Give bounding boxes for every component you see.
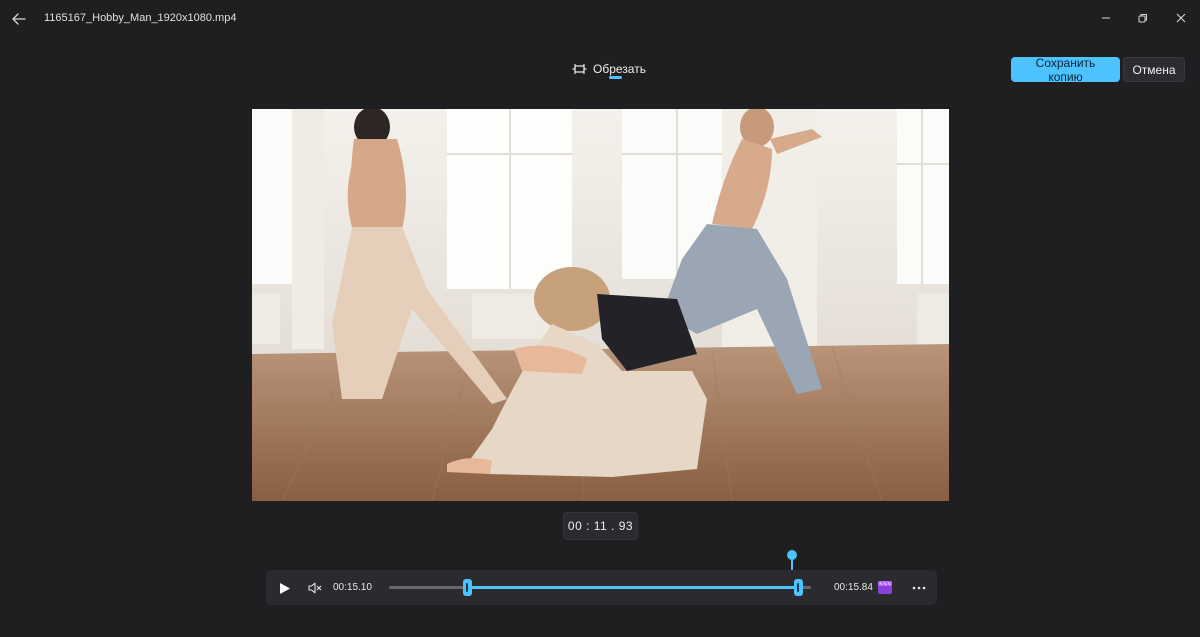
play-icon: [280, 582, 290, 594]
current-time-display: 00 : 11 . 93: [563, 512, 638, 540]
tab-trim-label: Обрезать: [593, 62, 646, 76]
file-name: 1165167_Hobby_Man_1920x1080.mp4: [44, 12, 237, 24]
close-button[interactable]: [1168, 6, 1194, 30]
mute-icon: [308, 582, 322, 594]
minimize-button[interactable]: [1093, 6, 1119, 30]
cancel-button[interactable]: Отмена: [1123, 57, 1185, 82]
tab-active-indicator: [609, 76, 622, 79]
video-preview[interactable]: [252, 109, 949, 501]
play-button[interactable]: [275, 578, 295, 598]
timeline-selection: [467, 586, 798, 589]
more-icon: [912, 586, 926, 590]
restore-icon: [1138, 14, 1147, 23]
title-bar: 1165167_Hobby_Man_1920x1080.mp4: [0, 0, 1200, 36]
save-copy-button[interactable]: Сохранить копию: [1011, 56, 1120, 84]
mute-button[interactable]: [306, 578, 324, 598]
minimize-icon: [1102, 17, 1110, 19]
playback-controls: 00:15.10 00:15.84: [266, 570, 937, 605]
trim-start-time: 00:15.10: [333, 582, 372, 593]
trim-end-handle[interactable]: [794, 579, 803, 596]
clipchamp-icon: [878, 581, 892, 594]
playhead-handle[interactable]: [787, 550, 797, 560]
trim-start-handle[interactable]: [463, 579, 472, 596]
more-options-button[interactable]: [909, 578, 929, 598]
video-frame-image: [252, 109, 949, 501]
back-button[interactable]: [8, 8, 30, 30]
clipchamp-button[interactable]: [877, 579, 893, 596]
arrow-left-icon: [12, 13, 26, 25]
close-icon: [1176, 13, 1186, 23]
trim-icon: [572, 64, 587, 74]
trim-end-time: 00:15.84: [834, 582, 873, 593]
restore-button[interactable]: [1130, 6, 1156, 30]
